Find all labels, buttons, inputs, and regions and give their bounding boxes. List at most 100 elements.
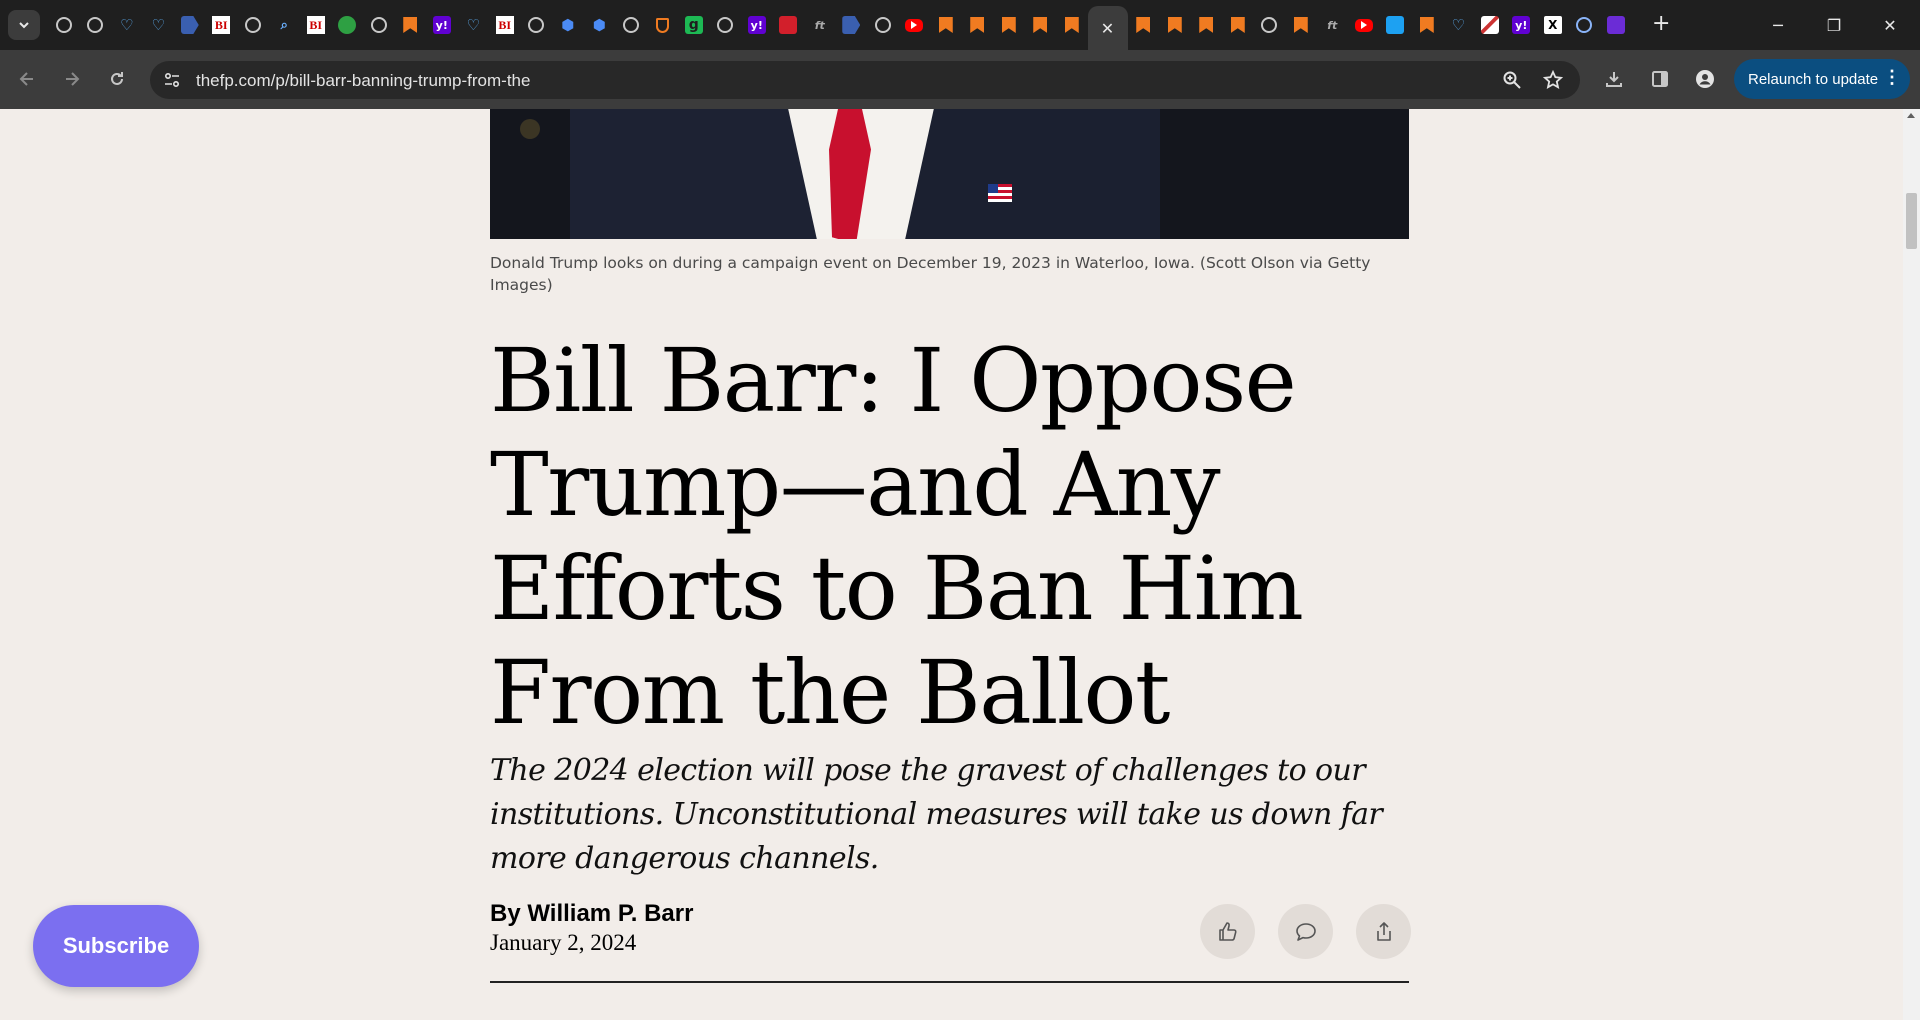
shield-favicon-icon: ♡ [1451,16,1465,34]
hex-favicon-icon: ⬢ [561,16,575,34]
browser-tab[interactable] [1191,6,1223,44]
chevron-down-icon [19,22,29,29]
browser-tab[interactable]: ♡ [143,6,175,44]
arrow-favicon-icon [180,16,199,34]
browser-tab[interactable] [1128,6,1160,44]
browser-tab[interactable] [1600,6,1632,44]
zoom-button[interactable] [1501,69,1523,91]
x-favicon-icon: X [1543,16,1562,34]
bookmark-favicon-icon [1063,16,1081,34]
browser-tab[interactable] [48,6,80,44]
back-button[interactable] [10,62,44,96]
scroll-thumb[interactable] [1906,193,1917,249]
browser-tab[interactable]: BI [206,6,238,44]
browser-tab[interactable] [395,6,427,44]
browser-tab[interactable]: y! [426,6,458,44]
url-text[interactable]: thefp.com/p/bill-barr-banning-trump-from… [196,71,530,91]
browser-tab[interactable] [174,6,206,44]
browser-tab[interactable] [1056,6,1088,44]
browser-tab[interactable] [237,6,269,44]
browser-tab[interactable] [647,6,679,44]
browser-tab[interactable]: ⬢ [584,6,616,44]
menu-dots-icon[interactable]: ⋮ [1883,67,1901,88]
browser-tab[interactable] [773,6,805,44]
address-bar[interactable]: thefp.com/p/bill-barr-banning-trump-from… [150,61,1580,99]
browser-tab[interactable] [615,6,647,44]
browser-tab[interactable] [962,6,994,44]
browser-tab[interactable]: ⌕ [269,6,301,44]
tab-search-button[interactable] [8,10,40,40]
relaunch-button[interactable]: Relaunch to update ⋮ [1734,59,1910,99]
browser-tab[interactable] [80,6,112,44]
browser-tab[interactable]: BI [489,6,521,44]
new-tab-button[interactable]: + [1652,12,1670,36]
browser-tab[interactable] [1411,6,1443,44]
browser-tab[interactable] [1569,6,1601,44]
browser-tab[interactable] [1254,6,1286,44]
close-window-button[interactable]: ✕ [1862,0,1918,50]
browser-tab[interactable] [521,6,553,44]
profile-button[interactable] [1688,62,1722,96]
browser-tab[interactable] [1380,6,1412,44]
flag-pin [988,184,1012,202]
shield-favicon-icon: ♡ [151,16,165,34]
comment-icon [1295,922,1316,941]
browser-tab[interactable]: ft [1317,6,1349,44]
like-button[interactable] [1200,904,1255,959]
browser-tab[interactable]: ⬢ [552,6,584,44]
browser-tab[interactable] [1025,6,1057,44]
page-scrollbar[interactable] [1903,109,1920,1020]
zoom-icon [1503,71,1521,89]
browser-tab[interactable] [1285,6,1317,44]
minimize-button[interactable]: ─ [1750,0,1806,50]
blue-favicon-icon [1386,16,1405,34]
restore-button[interactable]: ❐ [1806,0,1862,50]
browser-tab[interactable]: g [678,6,710,44]
hex-favicon-icon: ⬢ [592,16,606,34]
browser-tab[interactable] [363,6,395,44]
browser-tab[interactable] [1222,6,1254,44]
browser-tab-active[interactable]: ✕ [1087,6,1128,50]
downloads-button[interactable] [1597,62,1631,96]
browser-tab[interactable] [332,6,364,44]
bookmark-favicon-icon [1031,16,1049,34]
browser-tab[interactable] [993,6,1025,44]
scroll-up-arrow-icon[interactable] [1907,113,1915,118]
browser-tab[interactable] [867,6,899,44]
close-tab-icon[interactable]: ✕ [1101,19,1114,38]
forward-button[interactable] [55,62,89,96]
bookmark-favicon-icon [1292,16,1310,34]
browser-tab[interactable]: y! [741,6,773,44]
browser-tab[interactable]: X [1537,6,1569,44]
browser-tab[interactable] [930,6,962,44]
bookmark-star-button[interactable] [1542,69,1564,91]
reload-button[interactable] [100,62,134,96]
article-actions [1200,904,1411,959]
globe-favicon-icon [717,17,734,33]
bi-favicon-icon: BI [306,16,325,34]
browser-tab[interactable] [1474,6,1506,44]
relaunch-label: Relaunch to update [1748,70,1879,88]
article-subtitle: The 2024 election will pose the gravest … [490,753,1383,876]
browser-tab[interactable]: ft [804,6,836,44]
comment-button[interactable] [1278,904,1333,959]
browser-tab[interactable] [1348,6,1380,44]
side-panel-button[interactable] [1643,62,1677,96]
subscribe-button[interactable]: Subscribe [33,905,199,987]
author-byline[interactable]: By William P. Barr [490,900,693,928]
browser-tab[interactable]: y! [1506,6,1538,44]
browser-tab[interactable]: ♡ [1443,6,1475,44]
site-info-button[interactable] [160,68,184,92]
share-button[interactable] [1356,904,1411,959]
photo-bokeh [520,119,540,139]
browser-tab[interactable] [710,6,742,44]
browser-tab[interactable]: ♡ [111,6,143,44]
browser-tab[interactable]: ♡ [458,6,490,44]
browser-tab[interactable] [1159,6,1191,44]
browser-tab[interactable] [836,6,868,44]
globe-favicon-icon [244,17,261,33]
shield-favicon-icon: ♡ [466,16,480,34]
browser-tab[interactable] [899,6,931,44]
browser-tab[interactable]: BI [300,6,332,44]
bi-favicon-icon: BI [495,16,514,34]
